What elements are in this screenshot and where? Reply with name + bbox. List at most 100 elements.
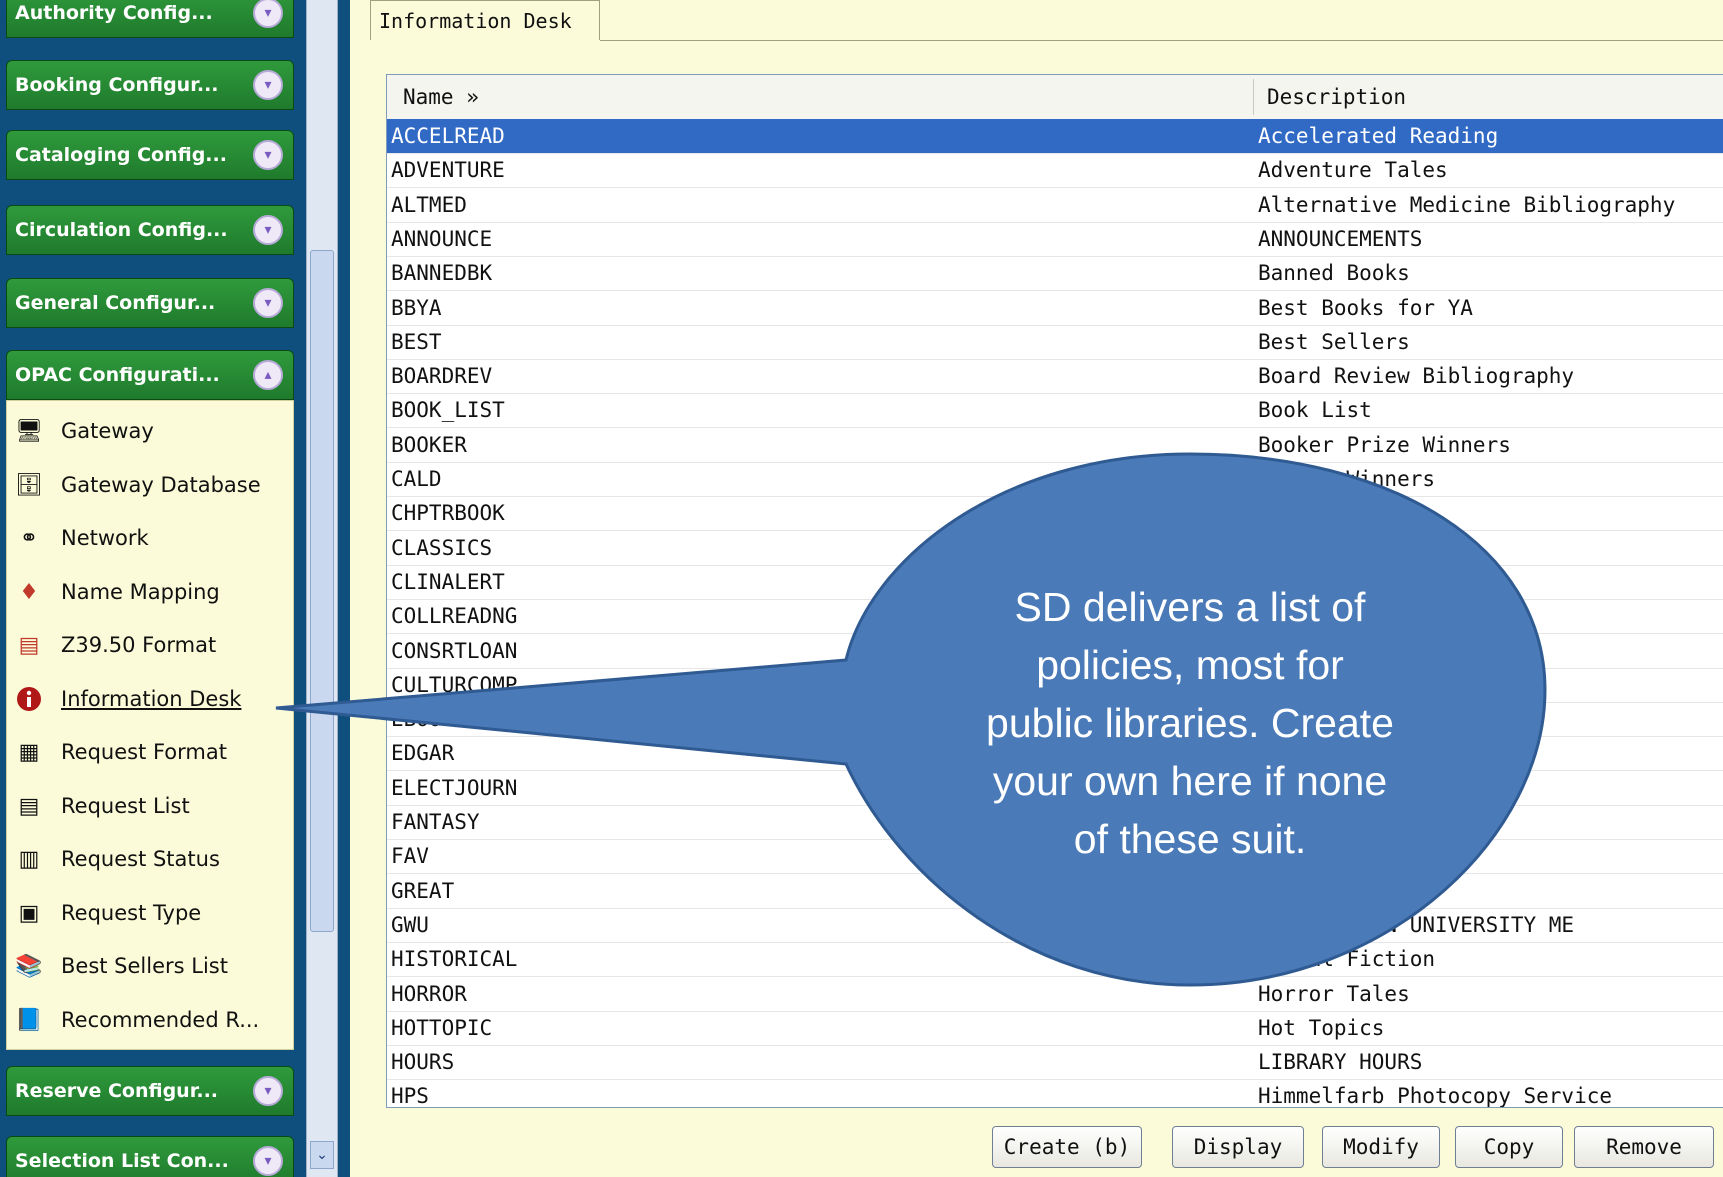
table-row[interactable]: HORROR Horror Tales <box>387 977 1723 1012</box>
gateway-icon: 🖥 <box>15 418 43 444</box>
sidebar-item-label: Gateway Database <box>61 473 261 497</box>
cell-description: Book List <box>1258 398 1372 423</box>
table-row[interactable]: BOOKER Booker Prize Winners <box>387 428 1723 463</box>
sidebar-item-label: Z39.50 Format <box>61 633 217 657</box>
column-header-name[interactable]: Name » <box>403 75 479 119</box>
table-row[interactable]: BEST Best Sellers <box>387 325 1723 360</box>
cell-name: ANNOUNCE <box>391 226 493 251</box>
cell-name: CALD <box>391 467 442 491</box>
request-status-icon: ▥ <box>18 846 40 872</box>
table-row[interactable]: CLASSICS <box>387 531 1723 566</box>
sidebar-item-label: Request List <box>61 794 190 818</box>
table-row[interactable]: CHPTRBOOK ...ks <box>387 496 1723 532</box>
table-row[interactable]: HOURS LIBRARY HOURS <box>387 1045 1723 1081</box>
table-row[interactable]: CALD ...ott Winners <box>387 462 1723 497</box>
chevron-down-icon[interactable]: ▾ <box>253 215 283 245</box>
section-opac-config[interactable]: OPAC Configurati... ▴ <box>6 350 294 400</box>
sidebar-item-label: Request Type <box>61 901 202 925</box>
cell-name: CHPTRBOOK <box>391 501 505 526</box>
cell-name: CULTURCOMP <box>391 672 518 697</box>
cell-description: Best Books for YA <box>1258 295 1473 320</box>
sidebar-item-request-type[interactable]: ▣ Request Type <box>7 891 295 935</box>
chevron-down-icon[interactable]: ▾ <box>253 0 283 28</box>
table-row[interactable]: HOTTOPIC Hot Topics <box>387 1011 1723 1046</box>
cell-name: BBYA <box>391 295 442 320</box>
sidebar-item-request-format[interactable]: ▦ Request Format <box>7 730 295 774</box>
sidebar-item-name-mapping[interactable]: ♦ Name Mapping <box>7 570 295 614</box>
section-label: Authority Config... <box>15 2 213 24</box>
column-header-description[interactable]: Description <box>1267 75 1406 119</box>
sidebar-item-request-list[interactable]: ▤ Request List <box>7 784 295 828</box>
sidebar-item-best-sellers-list[interactable]: 📚 Best Sellers List <box>7 944 295 988</box>
cell-name: FAV <box>391 844 429 869</box>
chevron-down-icon[interactable]: ▾ <box>253 1146 283 1176</box>
column-divider[interactable] <box>1253 79 1254 115</box>
tab-information-desk[interactable]: Information Desk <box>370 0 600 40</box>
section-general-config[interactable]: General Configur... ▾ <box>6 278 294 328</box>
table-row[interactable]: ADVENTURE Adventure Tales <box>387 153 1723 189</box>
sidebar-item-label: Network <box>61 526 149 550</box>
sidebar-item-information-desk[interactable]: Information Desk <box>7 677 295 721</box>
create-button[interactable]: Create (b) <box>992 1126 1142 1168</box>
cell-description: Horror Tales <box>1258 981 1410 1006</box>
cell-description: Banned Books <box>1258 261 1410 286</box>
cell-name: FANTASY <box>391 810 480 834</box>
cell-description: ...ks <box>1258 501 1322 526</box>
chevron-up-icon[interactable]: ▴ <box>253 360 283 390</box>
sidebar-item-recommended[interactable]: 📘 Recommended R... <box>7 998 295 1042</box>
opac-config-items: 🖥 Gateway 🗄 Gateway Database ⚭ Network ♦… <box>6 400 294 1050</box>
section-authority-config[interactable]: Authority Config... ▾ <box>6 0 294 38</box>
table-row[interactable]: BANNEDBK Banned Books <box>387 256 1723 292</box>
sidebar-item-label: Information Desk <box>61 687 242 711</box>
sidebar-item-request-status[interactable]: ▥ Request Status <box>7 837 295 881</box>
cell-description: Best Sellers <box>1258 329 1410 354</box>
cell-name: CONSRTLOAN <box>391 638 518 663</box>
sidebar-item-label: Recommended R... <box>61 1008 260 1032</box>
callout-line: public libraries. Create <box>986 700 1394 746</box>
sidebar-scrollbar[interactable]: ⌄ <box>306 0 338 1177</box>
section-booking-config[interactable]: Booking Configur... ▾ <box>6 60 294 110</box>
chevron-down-icon[interactable]: ▾ <box>253 288 283 318</box>
request-type-icon: ▣ <box>18 900 40 926</box>
cell-description: Himmelfarb Photocopy Service <box>1258 1084 1613 1108</box>
table-row[interactable]: HISTORICAL ...cal Fiction <box>387 942 1723 978</box>
sidebar-item-z3950-format[interactable]: ▤ Z39.50 Format <box>7 623 295 667</box>
sidebar-item-network[interactable]: ⚭ Network <box>7 516 295 560</box>
remove-button[interactable]: Remove <box>1574 1126 1714 1168</box>
tab-divider <box>600 40 1723 41</box>
scroll-down-arrow-icon[interactable]: ⌄ <box>310 1141 334 1169</box>
display-button[interactable]: Display <box>1172 1126 1304 1168</box>
cell-name: COLLREADNG <box>391 604 518 629</box>
section-reserve-config[interactable]: Reserve Configur... ▾ <box>6 1066 294 1116</box>
cell-name: HOURS <box>391 1050 455 1075</box>
callout-text: SD delivers a list of policies, most for… <box>920 578 1460 868</box>
section-label: Reserve Configur... <box>15 1080 219 1102</box>
cell-description: Board Review Bibliography <box>1258 364 1575 389</box>
request-format-icon: ▦ <box>18 739 40 765</box>
chevron-down-icon[interactable]: ▾ <box>253 70 283 100</box>
sidebar-item-gateway[interactable]: 🖥 Gateway <box>7 409 295 453</box>
table-row[interactable]: ALTMED Alternative Medicine Bibliography <box>387 188 1723 223</box>
table-row[interactable]: BOARDREV Board Review Bibliography <box>387 359 1723 395</box>
callout-line: your own here if none <box>992 758 1388 804</box>
cell-name: ADVENTURE <box>391 158 505 183</box>
table-row[interactable]: GWU ...SHINGTON UNIVERSITY ME <box>387 908 1723 943</box>
modify-button[interactable]: Modify <box>1322 1126 1440 1168</box>
scrollbar-thumb[interactable] <box>310 250 334 932</box>
section-selection-list-config[interactable]: Selection List Con... ▾ <box>6 1136 294 1177</box>
table-row[interactable]: ACCELREAD Accelerated Reading <box>387 119 1723 154</box>
table-row[interactable]: ANNOUNCE ANNOUNCEMENTS <box>387 222 1723 257</box>
cell-name: CLINALERT <box>391 569 505 594</box>
chevron-down-icon[interactable]: ▾ <box>253 1076 283 1106</box>
copy-button[interactable]: Copy <box>1455 1126 1563 1168</box>
chevron-down-icon[interactable]: ▾ <box>253 140 283 170</box>
table-row[interactable]: BBYA Best Books for YA <box>387 291 1723 326</box>
sidebar-item-label: Gateway <box>61 419 154 443</box>
sidebar-item-gateway-database[interactable]: 🗄 Gateway Database <box>7 463 295 507</box>
cell-name: HOTTOPIC <box>391 1015 493 1040</box>
table-row[interactable]: HPS Himmelfarb Photocopy Service <box>387 1079 1723 1108</box>
table-row[interactable]: GREAT <box>387 874 1723 909</box>
section-cataloging-config[interactable]: Cataloging Config... ▾ <box>6 130 294 180</box>
section-circulation-config[interactable]: Circulation Config... ▾ <box>6 205 294 255</box>
table-row[interactable]: BOOK_LIST Book List <box>387 393 1723 429</box>
